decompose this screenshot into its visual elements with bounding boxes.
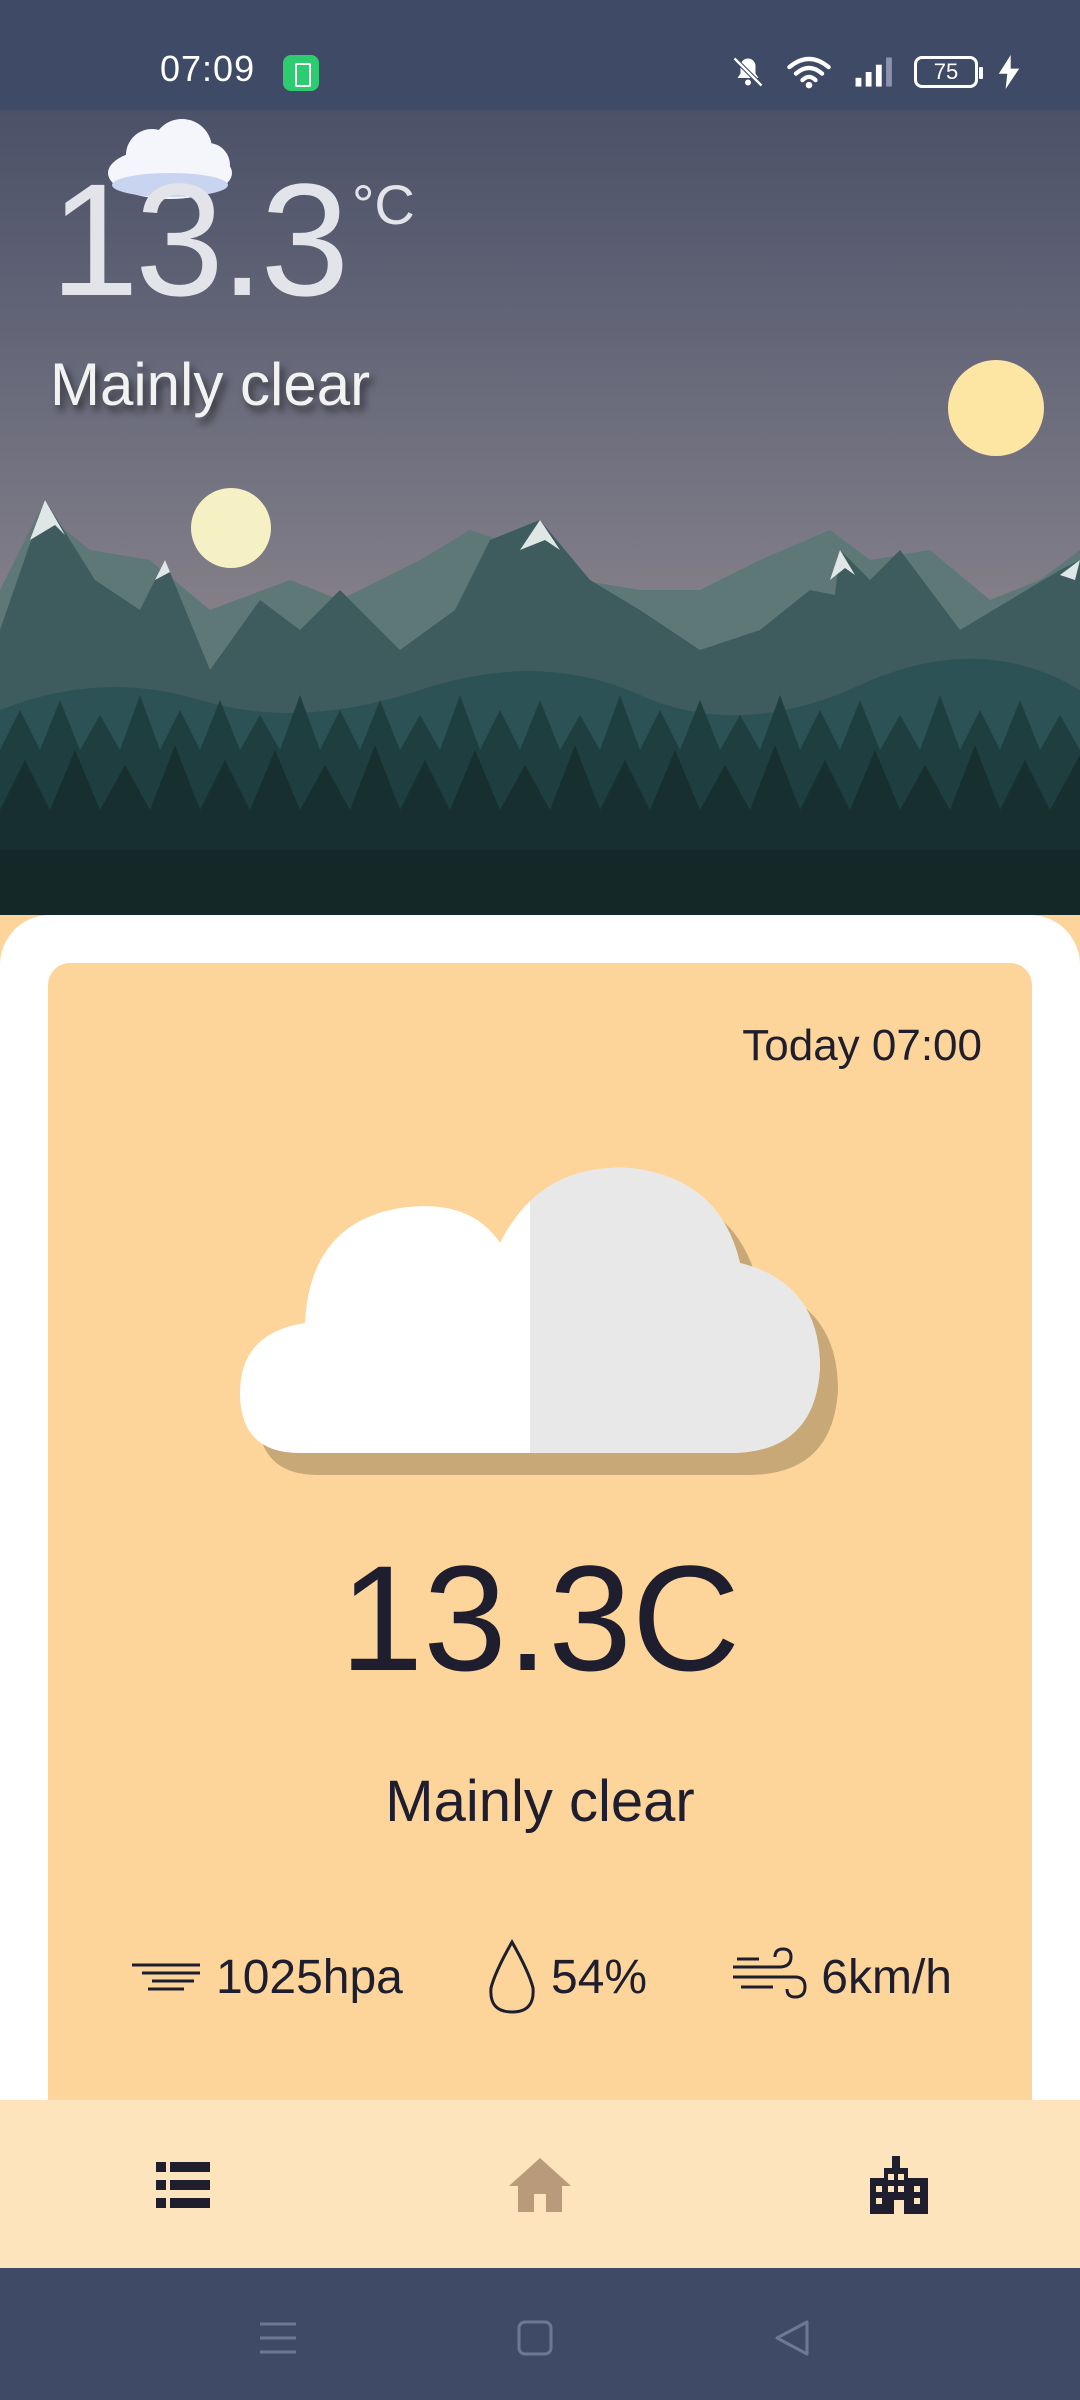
list-icon [156, 2162, 210, 2208]
system-navigation-bar [0, 2268, 1080, 2400]
pressure-value: 1025hpa [216, 1950, 403, 2004]
charging-bolt-icon [998, 55, 1020, 89]
hero-temperature: 13.3 [50, 150, 349, 329]
menu-icon [260, 2322, 296, 2354]
status-icons: 75 [730, 50, 1020, 94]
forecast-time: Today 07:00 [742, 1021, 982, 1070]
forecast-temperature: 13.3C [339, 1534, 741, 1702]
signal-icon [855, 57, 892, 87]
hero-temperature-unit: °C [352, 173, 415, 236]
mute-bell-icon [732, 56, 764, 88]
forecast-card[interactable]: Today 07:00 13.3C Mainly clear 1025hpa 5… [48, 963, 1032, 2191]
city-icon [870, 2156, 928, 2214]
home-icon [509, 2158, 571, 2212]
hero-weather-banner: 13.3 °C Mainly clear [0, 110, 1080, 915]
wind-stat: 6km/h [729, 1938, 952, 2016]
back-button[interactable] [762, 2308, 822, 2368]
cloud-weather-icon [240, 1167, 838, 1475]
hero-condition: Mainly clear [50, 351, 371, 418]
humidity-stat: 54% [485, 1938, 647, 2016]
back-triangle-icon [775, 2320, 809, 2356]
square-icon [517, 2320, 553, 2356]
battery-saver-icon [283, 55, 319, 91]
wind-value: 6km/h [821, 1950, 952, 2004]
status-time: 07:09 [160, 48, 256, 89]
content-area: Today 07:00 13.3C Mainly clear 1025hpa 5… [0, 915, 1080, 2191]
status-bar: 07:09 75 [0, 0, 1080, 110]
wifi-icon [787, 56, 831, 89]
weather-stats: 1025hpa 54% 6km/h [48, 1938, 1032, 2016]
nav-city-button[interactable] [864, 2150, 934, 2220]
pressure-icon [132, 1963, 200, 1991]
bottom-navigation [0, 2100, 1080, 2268]
recent-apps-button[interactable] [248, 2308, 308, 2368]
battery-icon: 75 [914, 56, 983, 88]
wind-icon [733, 1947, 807, 1999]
nav-list-button[interactable] [148, 2150, 218, 2220]
nav-home-button[interactable] [505, 2150, 575, 2220]
pressure-stat: 1025hpa [128, 1938, 403, 2016]
forecast-condition: Mainly clear [385, 1769, 695, 1834]
content-sheet: Today 07:00 13.3C Mainly clear 1025hpa 5… [0, 915, 1080, 2191]
humidity-value: 54% [551, 1950, 648, 2004]
home-system-button[interactable] [505, 2308, 565, 2368]
water-drop-icon [489, 1938, 535, 2014]
battery-level: 75 [933, 59, 959, 84]
